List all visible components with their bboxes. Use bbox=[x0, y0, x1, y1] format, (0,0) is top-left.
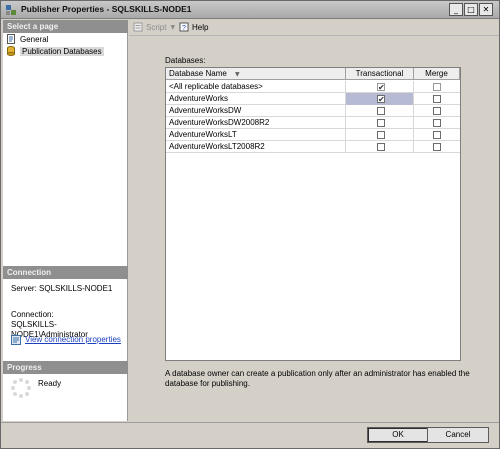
script-label: Script bbox=[146, 22, 167, 32]
select-page-header: Select a page bbox=[3, 20, 128, 33]
cell-merge bbox=[414, 141, 460, 153]
databases-grid: Database Name ▼ Transactional Merge <All… bbox=[165, 67, 461, 361]
transactional-checkbox[interactable]: ✔ bbox=[377, 83, 385, 92]
sort-arrow-icon: ▼ bbox=[235, 71, 240, 78]
chevron-down-icon[interactable]: ▼ bbox=[170, 24, 175, 31]
title-bar[interactable]: Publisher Properties - SQLSKILLS-NODE1 _… bbox=[1, 1, 499, 19]
table-row[interactable]: AdventureWorksDW2008R2 bbox=[166, 117, 460, 129]
dialog-window: Publisher Properties - SQLSKILLS-NODE1 _… bbox=[0, 0, 500, 449]
transactional-checkbox[interactable] bbox=[377, 143, 385, 151]
view-connection-properties-label[interactable]: View connection properties bbox=[25, 335, 121, 345]
merge-checkbox[interactable] bbox=[433, 119, 441, 127]
merge-checkbox[interactable] bbox=[433, 131, 441, 139]
maximize-button[interactable]: □ bbox=[464, 3, 478, 16]
nav-label-general: General bbox=[20, 34, 49, 44]
cell-transactional bbox=[346, 129, 414, 141]
nav-item-publication-databases[interactable]: Publication Databases bbox=[6, 45, 104, 57]
table-row[interactable]: <All replicable databases> ✔ bbox=[166, 81, 460, 93]
cell-transactional bbox=[346, 117, 414, 129]
merge-checkbox[interactable] bbox=[433, 107, 441, 115]
transactional-checkbox[interactable]: ✔ bbox=[377, 95, 385, 104]
script-icon bbox=[133, 22, 143, 32]
transactional-checkbox[interactable] bbox=[377, 107, 385, 115]
nav-item-general[interactable]: General bbox=[6, 33, 48, 45]
cancel-button[interactable]: Cancel bbox=[427, 427, 489, 443]
app-icon bbox=[6, 5, 16, 15]
column-header-merge[interactable]: Merge bbox=[414, 68, 460, 80]
merge-checkbox[interactable] bbox=[433, 83, 441, 91]
table-row[interactable]: AdventureWorksDW bbox=[166, 105, 460, 117]
cell-database-name: AdventureWorksLT bbox=[166, 129, 346, 141]
cell-transactional: ✔ bbox=[346, 81, 414, 93]
database-icon bbox=[7, 46, 15, 56]
publishing-note: A database owner can create a publicatio… bbox=[165, 369, 470, 388]
properties-icon bbox=[11, 335, 21, 345]
transactional-checkbox[interactable] bbox=[377, 119, 385, 127]
table-row[interactable]: AdventureWorksLT2008R2 bbox=[166, 141, 460, 153]
left-pane: Select a page General Publication Databa… bbox=[3, 20, 128, 421]
nav-label-publication-databases: Publication Databases bbox=[20, 46, 104, 56]
cell-merge bbox=[414, 81, 460, 93]
progress-status: Ready bbox=[38, 379, 62, 388]
cell-merge bbox=[414, 105, 460, 117]
script-button[interactable]: Script ▼ bbox=[133, 22, 175, 32]
connection-label: Connection: bbox=[11, 310, 54, 319]
column-header-transactional[interactable]: Transactional bbox=[346, 68, 414, 80]
help-icon: ? bbox=[179, 22, 189, 32]
table-row[interactable]: AdventureWorksLT bbox=[166, 129, 460, 141]
progress-spinner-icon bbox=[11, 378, 31, 398]
cell-database-name: AdventureWorks bbox=[166, 93, 346, 105]
toolbar: Script ▼ ? Help bbox=[129, 20, 499, 36]
svg-text:?: ? bbox=[182, 25, 186, 32]
progress-header: Progress bbox=[3, 361, 128, 374]
dialog-footer: OK Cancel bbox=[1, 422, 499, 448]
column-header-database-name[interactable]: Database Name ▼ bbox=[166, 68, 346, 80]
close-button[interactable]: ✕ bbox=[479, 3, 493, 16]
transactional-checkbox[interactable] bbox=[377, 131, 385, 139]
ok-button[interactable]: OK bbox=[367, 427, 429, 443]
help-button[interactable]: ? Help bbox=[179, 22, 208, 32]
cell-transactional bbox=[346, 141, 414, 153]
merge-checkbox[interactable] bbox=[433, 143, 441, 151]
cell-database-name: AdventureWorksLT2008R2 bbox=[166, 141, 346, 153]
databases-label: Databases: bbox=[165, 56, 206, 65]
connection-header: Connection bbox=[3, 266, 128, 279]
minimize-button[interactable]: _ bbox=[449, 3, 463, 16]
cell-merge bbox=[414, 93, 460, 105]
server-text: Server: SQLSKILLS-NODE1 bbox=[11, 284, 113, 293]
cell-transactional bbox=[346, 105, 414, 117]
main-content: Databases: Database Name ▼ Transactional… bbox=[129, 37, 499, 421]
merge-checkbox[interactable] bbox=[433, 95, 441, 103]
cell-database-name: <All replicable databases> bbox=[166, 81, 346, 93]
cell-transactional: ✔ bbox=[346, 93, 414, 105]
cell-database-name: AdventureWorksDW2008R2 bbox=[166, 117, 346, 129]
cell-merge bbox=[414, 117, 460, 129]
cell-database-name: AdventureWorksDW bbox=[166, 105, 346, 117]
view-connection-properties-link[interactable]: View connection properties bbox=[11, 335, 121, 345]
help-label: Help bbox=[192, 22, 209, 32]
cell-merge bbox=[414, 129, 460, 141]
page-icon bbox=[7, 34, 15, 44]
table-row[interactable]: AdventureWorks ✔ bbox=[166, 93, 460, 105]
window-title: Publisher Properties - SQLSKILLS-NODE1 bbox=[21, 4, 192, 14]
column-header-name-label: Database Name bbox=[169, 69, 227, 78]
